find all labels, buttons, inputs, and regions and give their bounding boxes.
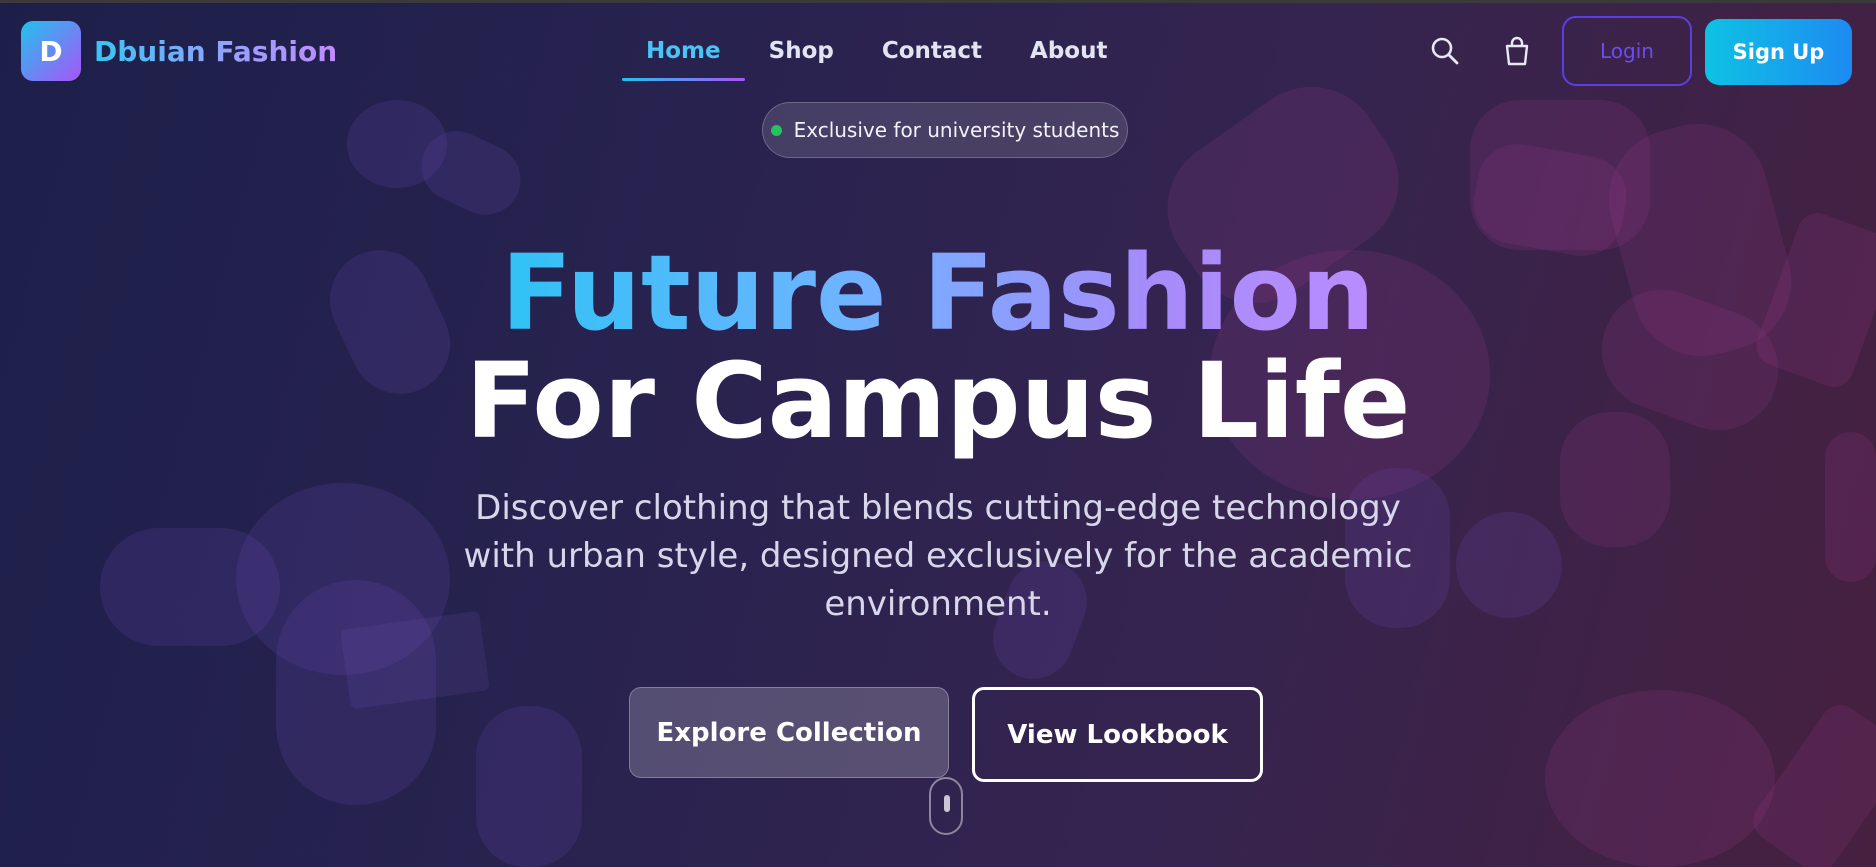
signup-button[interactable]: Sign Up [1705,19,1852,85]
status-dot-icon [770,124,782,136]
search-icon[interactable] [1429,35,1461,67]
hero-title-line-1: Future Fashion [501,232,1375,354]
nav-link-home[interactable]: Home [622,3,745,99]
brand-name[interactable]: Dbuian Fashion [94,35,337,68]
logo-icon[interactable]: D [21,21,81,81]
nav-link-about[interactable]: About [1006,3,1131,99]
nav-links: Home Shop Contact About [622,3,1131,99]
login-button[interactable]: Login [1562,16,1692,86]
nav-link-contact[interactable]: Contact [858,3,1006,99]
nav-link-shop[interactable]: Shop [745,3,858,99]
explore-collection-button[interactable]: Explore Collection [629,687,949,778]
scroll-mouse-icon[interactable] [929,777,963,835]
student-badge: Exclusive for university students [762,102,1128,158]
badge-text: Exclusive for university students [793,118,1120,142]
view-lookbook-button[interactable]: View Lookbook [972,687,1263,782]
shopping-bag-icon[interactable] [1501,35,1533,67]
hero-subtitle: Discover clothing that blends cutting-ed… [463,488,1413,624]
hero-title-line-2: For Campus Life [465,340,1411,462]
top-navigation: D Dbuian Fashion Home Shop Contact About… [0,3,1876,99]
